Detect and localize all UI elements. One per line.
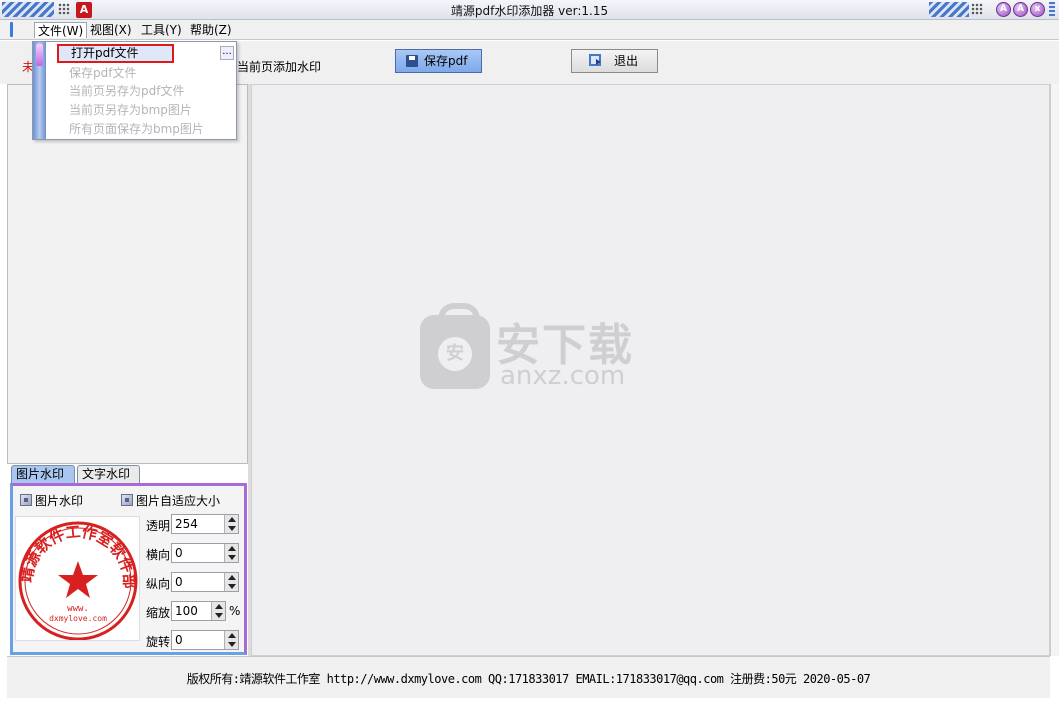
save-pdf-button[interactable]: 保存pdf	[395, 49, 482, 73]
menu-help[interactable]: 帮助(Z)	[187, 22, 235, 38]
status-bar: 版权所有:靖源软件工作室 http://www.dxmylove.com QQ:…	[7, 656, 1050, 698]
watermark-badge: 安	[438, 337, 472, 371]
spin-arrows-icon[interactable]	[211, 602, 225, 620]
menubar-grip-icon	[10, 22, 13, 37]
save-pdf-label: 保存pdf	[424, 54, 468, 68]
spin-arrows-icon[interactable]	[224, 515, 238, 533]
menu-item-save-page-pdf[interactable]: 当前页另存为pdf文件	[69, 82, 184, 100]
opacity-value: 254	[175, 517, 198, 531]
maximize-button[interactable]: A	[1013, 2, 1028, 17]
menu-item-open-pdf[interactable]: 打开pdf文件	[57, 44, 174, 63]
spin-arrows-icon[interactable]	[224, 544, 238, 562]
rotation-label: 旋转	[146, 635, 171, 649]
menu-view[interactable]: 视图(X)	[87, 22, 135, 38]
watermark-image-preview[interactable]: 靖源软件工作室软件部 www. dxmylove.com	[15, 516, 140, 641]
minimize-button[interactable]: A	[996, 2, 1011, 17]
vertical-offset-value: 0	[175, 575, 183, 589]
exit-label: 退出	[614, 54, 639, 68]
spin-arrows-icon[interactable]	[224, 631, 238, 649]
file-menu-dropdown: 打开pdf文件 ... 保存pdf文件 当前页另存为pdf文件 当前页另存为bm…	[32, 41, 237, 140]
horizontal-offset-stepper[interactable]: 0	[171, 543, 239, 563]
tab-text-watermark[interactable]: 文字水印	[77, 465, 140, 483]
title-edge-decoration	[1049, 2, 1055, 17]
add-watermark-current-page-button[interactable]: 当前页添加水印	[237, 58, 321, 75]
opacity-label: 透明	[146, 519, 171, 533]
stamp-url: www.	[67, 604, 89, 614]
spin-arrows-icon[interactable]	[224, 573, 238, 591]
scale-percent-suffix: %	[229, 604, 241, 618]
image-watermark-panel: 图片水印 图片自适应大小 靖源软件工作室软件部 www. dxmylove.co…	[10, 483, 247, 655]
autofit-label: 图片自适应大小	[136, 494, 221, 508]
window-title: 靖源pdf水印添加器 ver:1.15	[450, 4, 609, 18]
stamp-seal-icon: 靖源软件工作室软件部 www. dxmylove.com	[18, 521, 138, 641]
opacity-stepper[interactable]: 254	[171, 514, 239, 534]
watermark-domain-text: anxz.com	[500, 361, 626, 391]
stamp-domain: dxmylove.com	[49, 614, 107, 623]
title-stripes-decoration-right	[929, 2, 969, 17]
vertical-offset-label: 纵向	[146, 577, 171, 591]
menu-item-save-pdf[interactable]: 保存pdf文件	[69, 64, 136, 82]
scale-value: 100	[175, 604, 198, 618]
menu-file[interactable]: 文件(W)	[34, 22, 88, 38]
shopping-bag-icon: 安	[420, 303, 490, 389]
more-options-icon[interactable]: ...	[220, 46, 234, 60]
site-watermark-logo: 安 安下载 anxz.com	[420, 303, 640, 397]
menu-bar: 文件(W) 视图(X) 工具(Y) 帮助(Z)	[0, 20, 1059, 40]
scale-stepper[interactable]: 100	[171, 601, 226, 621]
scale-label: 缩放	[146, 606, 171, 620]
exit-button[interactable]: 退出	[571, 49, 658, 73]
page-list-panel[interactable]	[7, 84, 248, 464]
floppy-disk-icon	[406, 55, 418, 67]
rotation-value: 0	[175, 633, 183, 647]
image-watermark-label: 图片水印	[35, 494, 84, 508]
tab-image-watermark[interactable]: 图片水印	[11, 465, 75, 483]
copyright-text: 版权所有:靖源软件工作室 http://www.dxmylove.com QQ:…	[186, 672, 871, 686]
autofit-checkbox[interactable]	[121, 494, 133, 506]
pdf-preview-canvas[interactable]: 安 安下载 anxz.com	[251, 84, 1050, 656]
title-grip-icon-right	[971, 3, 983, 15]
menu-tools[interactable]: 工具(Y)	[138, 22, 185, 38]
menu-side-strip	[33, 42, 46, 139]
horizontal-offset-value: 0	[175, 546, 183, 560]
menu-item-save-all-bmp[interactable]: 所有页面保存为bmp图片	[69, 120, 204, 138]
menu-item-save-page-bmp[interactable]: 当前页另存为bmp图片	[69, 101, 192, 119]
close-button[interactable]: x	[1030, 2, 1045, 17]
title-bar[interactable]: A 靖源pdf水印添加器 ver:1.15 A A x	[0, 0, 1059, 20]
rotation-stepper[interactable]: 0	[171, 630, 239, 650]
exit-door-icon	[589, 54, 601, 66]
horizontal-offset-label: 横向	[146, 548, 171, 562]
vertical-scrollbar[interactable]	[1050, 84, 1059, 656]
image-watermark-checkbox[interactable]	[20, 494, 32, 506]
vertical-offset-stepper[interactable]: 0	[171, 572, 239, 592]
